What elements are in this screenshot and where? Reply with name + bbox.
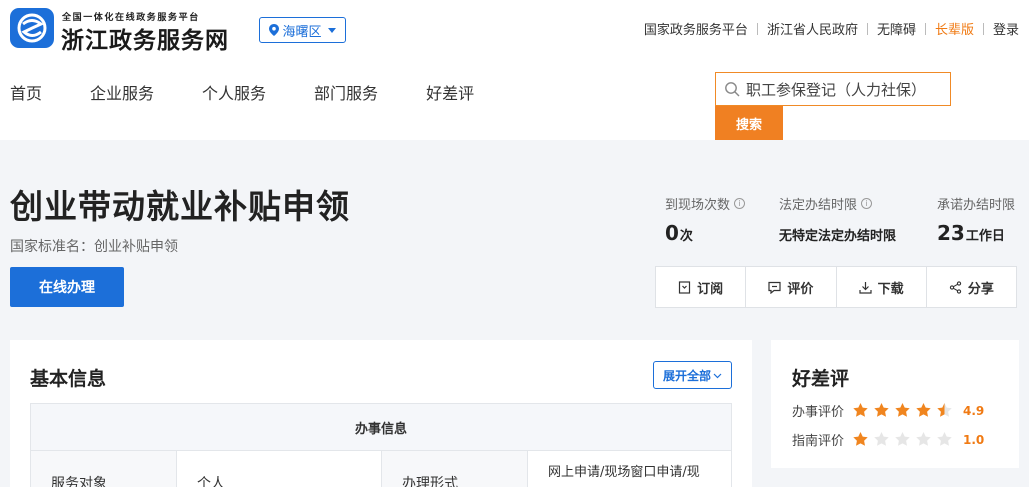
nav-department-services[interactable]: 部门服务 [314, 80, 378, 104]
link-provincial-government[interactable]: 浙江省人民政府 [767, 19, 858, 38]
stat-promise-unit: 工作日 [965, 229, 1005, 244]
site-name[interactable]: 浙江政务服务网 [61, 21, 229, 55]
search-button[interactable]: 搜索 [715, 106, 783, 140]
expand-all-button[interactable]: 展开全部 [653, 361, 732, 389]
divider [924, 22, 926, 35]
rating-stars [852, 402, 953, 419]
stat-visits-label: 到现场次数 [665, 198, 731, 213]
caret-down-icon [327, 27, 336, 33]
stat-promise-limit: 承诺办结时限 23 工作日 [937, 194, 1015, 245]
rating-card: 好差评 办事评价 4.9 指南评价 1.0 [771, 340, 1019, 468]
nav-rating[interactable]: 好差评 [426, 80, 474, 104]
rating-row-guide: 指南评价 1.0 [792, 430, 984, 449]
rating-score: 1.0 [963, 432, 985, 447]
stat-visits-unit: 次 [679, 229, 693, 244]
star-icon [937, 403, 952, 417]
share-icon [949, 280, 962, 294]
link-login[interactable]: 登录 [993, 19, 1019, 38]
star-icon [937, 432, 952, 446]
search-icon [725, 82, 740, 97]
subscribe-label: 订阅 [697, 281, 724, 297]
stat-legal-value: 无特定法定办结时限 [779, 229, 897, 244]
nav-home[interactable]: 首页 [10, 80, 42, 104]
star-icon [916, 403, 931, 417]
star-icon [895, 403, 910, 417]
service-info-table: 办事信息 服务对象 个人 办理形式 网上申请/现场窗口申请/现 [30, 403, 732, 487]
stat-visits-value: 0 [665, 221, 679, 245]
divider [866, 22, 868, 35]
table-row: 服务对象 个人 办理形式 网上申请/现场窗口申请/现 [30, 451, 732, 487]
evaluate-label: 评价 [787, 281, 814, 297]
stat-visits: 到现场次数 i 0次 [665, 194, 746, 245]
top-links: 国家政务服务平台 浙江省人民政府 无障碍 长辈版 登录 [644, 19, 1019, 38]
download-label: 下载 [877, 281, 904, 297]
search-text: 职工参保登记（人力社保） [746, 80, 927, 99]
stat-legal-label: 法定办结时限 [779, 198, 858, 213]
expand-all-label: 展开全部 [662, 368, 711, 383]
rating-score: 4.9 [963, 403, 985, 418]
rating-title: 好差评 [792, 368, 850, 390]
download-icon [859, 281, 872, 294]
divider [756, 22, 758, 35]
location-pin-icon [269, 24, 280, 36]
rating-stars [852, 431, 953, 448]
evaluate-button[interactable]: 评价 [746, 267, 837, 307]
region-selector[interactable]: 海曙区 [259, 17, 346, 43]
region-label: 海曙区 [282, 24, 322, 40]
link-accessibility[interactable]: 无障碍 [877, 19, 916, 38]
rating-row-service: 办事评价 4.9 [792, 401, 984, 420]
nav-personal-services[interactable]: 个人服务 [202, 80, 266, 104]
zhejiang-logo-icon[interactable] [10, 8, 54, 48]
star-icon [853, 403, 868, 417]
star-icon [853, 432, 868, 446]
link-national-platform[interactable]: 国家政务服务平台 [644, 19, 748, 38]
share-label: 分享 [967, 281, 994, 297]
chevron-down-icon [713, 373, 722, 378]
rating-label: 办事评价 [792, 405, 845, 420]
table-cell-value: 网上申请/现场窗口申请/现 [548, 465, 700, 480]
star-icon [874, 403, 889, 417]
star-icon [916, 432, 931, 446]
rating-label: 指南评价 [792, 434, 845, 449]
basic-info-card: 基本信息 展开全部 办事信息 服务对象 个人 办理形式 网上申请/现场窗口申请/… [10, 340, 752, 487]
search-input[interactable]: 职工参保登记（人力社保） [715, 72, 951, 106]
stat-legal-limit: 法定办结时限 i 无特定法定办结时限 [779, 194, 896, 244]
table-cell-value: 个人 [177, 451, 382, 487]
basic-info-title: 基本信息 [30, 368, 107, 390]
star-icon [874, 432, 889, 446]
download-button[interactable]: 下载 [837, 267, 927, 307]
stat-promise-value: 23 [937, 221, 965, 245]
page-title: 创业带动就业补贴申领 [10, 187, 350, 226]
header: 全国一体化在线政务服务平台 浙江政务服务网 海曙区 国家政务服务平台 浙江省人民… [0, 0, 1029, 140]
link-elder-mode[interactable]: 长辈版 [935, 19, 974, 38]
star-icon [895, 432, 910, 446]
table-cell-key: 服务对象 [31, 451, 177, 487]
share-button[interactable]: 分享 [927, 267, 1016, 307]
info-icon[interactable]: i [734, 198, 746, 209]
comment-icon [768, 281, 781, 294]
stat-promise-label: 承诺办结时限 [937, 198, 1016, 213]
divider [982, 22, 984, 35]
standard-name: 国家标准名：创业补贴申领 [10, 239, 178, 255]
table-cell-key: 办理形式 [382, 451, 528, 487]
subscribe-button[interactable]: 订阅 [656, 267, 747, 307]
nav-business-services[interactable]: 企业服务 [90, 80, 154, 104]
online-apply-button[interactable]: 在线办理 [10, 267, 124, 307]
action-bar: 订阅 评价 下载 分享 [655, 266, 1017, 308]
info-icon[interactable]: i [861, 198, 873, 209]
bookmark-icon [679, 280, 691, 294]
table-header: 办事信息 [30, 403, 732, 451]
main-nav: 首页 企业服务 个人服务 部门服务 好差评 [10, 80, 522, 104]
